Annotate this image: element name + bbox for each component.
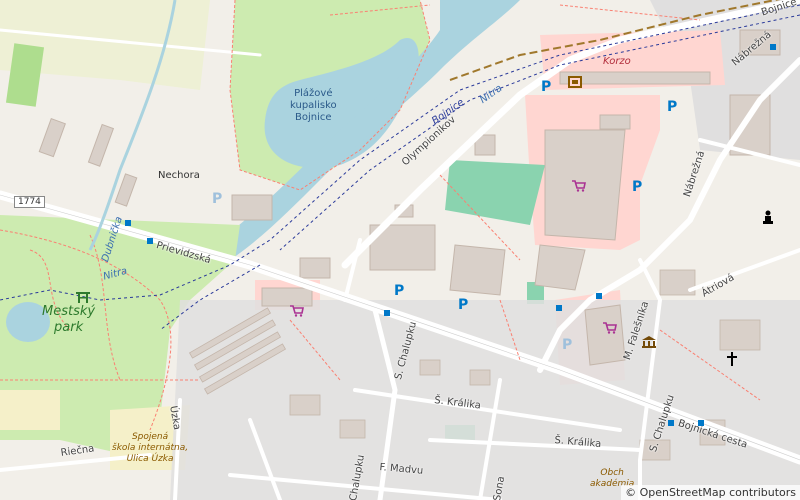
school-label-line3: Ulica Úzka	[126, 454, 174, 464]
lake-label-line3: Bojnice	[295, 112, 332, 123]
shopping-cart-icon[interactable]	[572, 180, 586, 192]
parking-icon[interactable]: P	[562, 338, 572, 352]
church-icon[interactable]	[727, 352, 737, 366]
bus-stop-icon[interactable]	[556, 305, 562, 311]
cinema-icon[interactable]	[568, 76, 582, 88]
school-label-line2: škola internátna,	[112, 443, 189, 453]
park-label-line2: park	[54, 320, 84, 335]
monument-icon[interactable]	[762, 210, 774, 224]
place-nechora: Nechora	[158, 170, 200, 181]
shopping-cart-icon[interactable]	[603, 322, 617, 334]
park-gate-icon[interactable]	[76, 291, 90, 303]
bus-stop-icon[interactable]	[698, 420, 704, 426]
road-number-shield: 1774	[14, 196, 45, 208]
korzo-label: Korzo	[603, 56, 631, 67]
parking-icon[interactable]: P	[394, 284, 404, 298]
bus-stop-icon[interactable]	[384, 310, 390, 316]
shopping-cart-icon[interactable]	[290, 305, 304, 317]
bus-stop-icon[interactable]	[125, 220, 131, 226]
bus-stop-icon[interactable]	[770, 44, 776, 50]
parking-icon[interactable]: P	[667, 100, 677, 114]
map-view[interactable]: Nechora Plážové kupalisko Bojnice Mestsk…	[0, 0, 800, 500]
lake-label-line2: kupalisko	[290, 100, 337, 111]
lake-label: Plážové kupalisko Bojnice	[290, 88, 337, 124]
park-label-line1: Mestský	[42, 304, 96, 319]
bus-stop-icon[interactable]	[596, 293, 602, 299]
museum-icon[interactable]	[642, 336, 656, 348]
parking-icon[interactable]: P	[212, 192, 222, 206]
parking-icon[interactable]: P	[632, 180, 642, 194]
lake-label-line1: Plážové	[294, 88, 333, 99]
school-label-line1: Spojená	[131, 432, 169, 442]
parking-icon[interactable]: P	[458, 298, 468, 312]
map-attribution[interactable]: © OpenStreetMap contributors	[621, 485, 800, 500]
park-label: Mestský park	[42, 304, 95, 336]
school-area-2	[0, 390, 60, 430]
bus-stop-icon[interactable]	[668, 420, 674, 426]
parking-icon[interactable]: P	[541, 80, 551, 94]
academy-label-line1: Obch	[600, 468, 624, 478]
bus-stop-icon[interactable]	[147, 238, 153, 244]
school-label: Spojená škola internátna, Ulica Úzka	[112, 432, 188, 465]
